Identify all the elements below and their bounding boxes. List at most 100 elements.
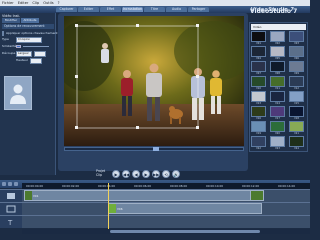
apply-overlay-row: Appliquer options chevauchement bbox=[2, 31, 58, 36]
overlay-options-header: Options de recouvrement bbox=[2, 24, 54, 29]
library-thumbnail-label: V18 bbox=[294, 117, 299, 120]
end-button[interactable]: ▶▶ bbox=[152, 170, 160, 178]
library-thumbnail[interactable] bbox=[289, 121, 304, 132]
library-thumbnail-label: V24 bbox=[294, 147, 299, 150]
library-thumbnail-label: V15 bbox=[294, 102, 299, 105]
library-thumbnail-label: V23 bbox=[275, 147, 280, 150]
clip-mode-label[interactable]: Clip bbox=[96, 173, 105, 178]
apply-overlay-label: Appliquer options chevauchement bbox=[6, 31, 58, 35]
library-thumbnail-label: V17 bbox=[275, 117, 280, 120]
library-thumbnail[interactable] bbox=[270, 61, 285, 72]
library-thumbnail[interactable] bbox=[251, 136, 266, 147]
audio-view-icon[interactable] bbox=[14, 182, 18, 186]
library-thumbnail[interactable] bbox=[289, 31, 304, 42]
library-thumbnail[interactable] bbox=[289, 46, 304, 57]
library-thumbnail[interactable] bbox=[270, 106, 285, 117]
home-button[interactable]: ◀◀ bbox=[122, 170, 130, 178]
title-icon: T bbox=[7, 219, 13, 227]
library-thumbnail[interactable] bbox=[251, 31, 266, 42]
library-thumbnail[interactable] bbox=[289, 136, 304, 147]
volume-button[interactable]: 🔊 bbox=[172, 170, 180, 178]
title-track[interactable] bbox=[22, 215, 310, 228]
repeat-button[interactable]: ⟲ bbox=[162, 170, 170, 178]
similarity-slider[interactable] bbox=[23, 46, 49, 47]
menu-help[interactable]: ? bbox=[58, 1, 60, 5]
library-thumbnail[interactable] bbox=[251, 121, 266, 132]
previous-frame-button[interactable]: ◀ bbox=[132, 170, 140, 178]
library-thumbnail[interactable] bbox=[289, 91, 304, 102]
video-preview[interactable] bbox=[64, 16, 244, 146]
library-thumbnail-label: V01 bbox=[256, 42, 261, 45]
tab-title[interactable]: Titre bbox=[144, 7, 165, 12]
timeline-tick-label: 00:00:02.00 bbox=[62, 184, 80, 188]
timeline-clip-overlay[interactable]: V06 bbox=[108, 203, 262, 214]
library-thumbnail[interactable] bbox=[270, 46, 285, 57]
library-thumbnail-label: V13 bbox=[256, 102, 261, 105]
video-frame-image bbox=[64, 16, 244, 146]
library-thumbnail[interactable] bbox=[251, 106, 266, 117]
timeline-view-icon[interactable] bbox=[8, 182, 12, 186]
color-swatch[interactable] bbox=[16, 45, 21, 48]
similarity-row: Similarité bbox=[2, 44, 54, 49]
tab-modify[interactable]: Modifier bbox=[2, 18, 20, 23]
library-thumbnail[interactable] bbox=[270, 136, 285, 147]
type-select[interactable]: Cl.ivpinn bbox=[16, 36, 42, 43]
library-thumbnail[interactable] bbox=[251, 61, 266, 72]
playhead[interactable] bbox=[108, 183, 109, 229]
storyboard-view-icon[interactable] bbox=[2, 182, 6, 186]
mask-row: Découpe (%) Largeur bbox=[2, 50, 54, 57]
mask-width-value[interactable] bbox=[34, 50, 46, 57]
tab-audio[interactable]: Audio bbox=[166, 7, 187, 12]
timeline-tick-label: 00:00:10.00 bbox=[206, 184, 224, 188]
library-thumbnail[interactable] bbox=[251, 91, 266, 102]
next-frame-button[interactable]: ▶ bbox=[142, 170, 150, 178]
tab-share[interactable]: Partager bbox=[188, 7, 209, 12]
library-thumbnail[interactable] bbox=[251, 46, 266, 57]
mask-label: Découpe (%) bbox=[2, 51, 22, 55]
menu-tools[interactable]: Outils bbox=[43, 1, 53, 5]
brand-watermark: VideoStudio 7 bbox=[250, 8, 298, 15]
play-button[interactable]: ▶ bbox=[112, 170, 120, 178]
tab-effect[interactable]: Effet bbox=[100, 7, 121, 12]
menu-clip[interactable]: Clip bbox=[32, 1, 39, 5]
scrubber-handle[interactable] bbox=[153, 147, 159, 151]
library-thumbnail-label: V07 bbox=[256, 72, 261, 75]
tab-overlay[interactable]: Incrustation bbox=[122, 7, 143, 12]
tab-attributes[interactable]: Attributs bbox=[21, 18, 39, 23]
overlay-track-header bbox=[0, 202, 22, 215]
library-thumbnail[interactable] bbox=[289, 76, 304, 87]
library-thumbnail[interactable] bbox=[270, 31, 285, 42]
library-thumbnail-label: V08 bbox=[275, 72, 280, 75]
chroma-key-preview bbox=[4, 76, 32, 110]
library-thumbnail-label: V20 bbox=[275, 132, 280, 135]
library-dropdown[interactable]: Vidéo bbox=[251, 24, 306, 30]
library-thumbnail[interactable] bbox=[270, 121, 285, 132]
library-thumbnail[interactable] bbox=[289, 106, 304, 117]
timeline-scroll-thumb[interactable] bbox=[110, 230, 260, 233]
library-thumbnail-label: V10 bbox=[256, 87, 261, 90]
svg-text:T: T bbox=[7, 219, 13, 227]
library-thumbnail[interactable] bbox=[289, 61, 304, 72]
library-thumbnail-label: V19 bbox=[256, 132, 261, 135]
library-thumbnail-label: V04 bbox=[256, 57, 261, 60]
timeline-tick-label: 00:00:04.00 bbox=[98, 184, 116, 188]
library-thumbnails: V01 V02 V03 V04 V05 V06 V07 V08 V09 V10 V11 V12 V13 V… bbox=[250, 31, 307, 151]
library-thumbnail[interactable] bbox=[270, 76, 285, 87]
library-thumbnail[interactable] bbox=[270, 91, 285, 102]
film-icon bbox=[7, 193, 15, 199]
preview-scrubber[interactable] bbox=[64, 147, 244, 151]
mask-width-select[interactable]: Largeur bbox=[16, 50, 32, 57]
timeline-tick-label: 00:00:00.00 bbox=[26, 184, 44, 188]
tab-edit[interactable]: Editer bbox=[78, 7, 99, 12]
library-thumbnail-label: V22 bbox=[256, 147, 261, 150]
apply-overlay-checkbox[interactable] bbox=[2, 31, 4, 36]
menu-edit[interactable]: Editer bbox=[18, 1, 29, 5]
height-value[interactable] bbox=[30, 57, 42, 64]
library-thumbnail[interactable] bbox=[251, 76, 266, 87]
tab-capture[interactable]: Capturer bbox=[56, 7, 77, 12]
library-thumbnail-label: V11 bbox=[275, 87, 280, 90]
timeline-tick-label: 00:00:12.00 bbox=[242, 184, 260, 188]
menu-file[interactable]: Fichier bbox=[2, 1, 14, 5]
library-thumbnail-label: V16 bbox=[256, 117, 261, 120]
timeline-clip-video[interactable]: V01 bbox=[24, 190, 264, 201]
